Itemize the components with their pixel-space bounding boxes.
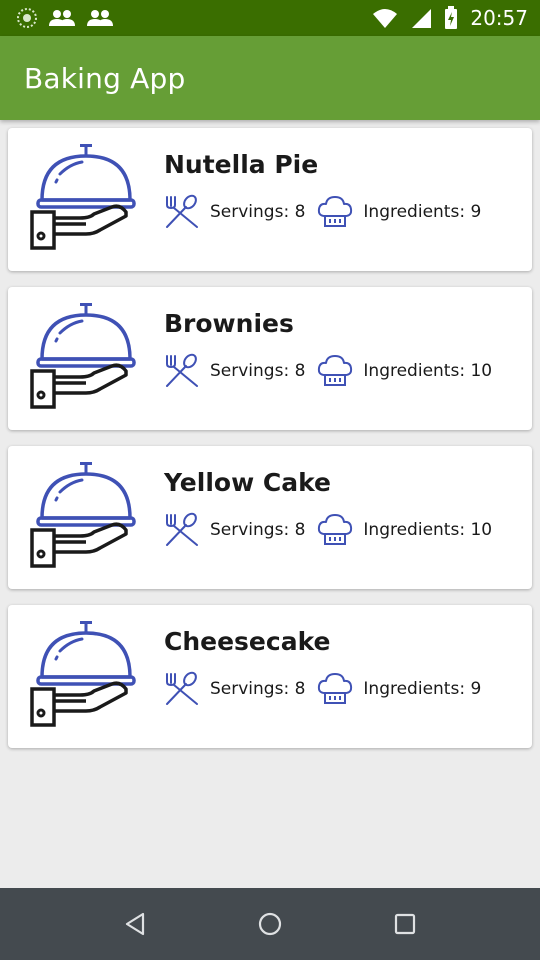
app-bar: Baking App bbox=[0, 36, 540, 120]
servings-label: Servings: 8 bbox=[210, 520, 306, 540]
serving-cloche-icon bbox=[30, 462, 142, 574]
ingredients-label: Ingredients: 9 bbox=[363, 202, 482, 222]
recipe-card[interactable]: Nutella Pie Servings: 8 Ingredients: 9 bbox=[8, 128, 532, 271]
chef-hat-icon bbox=[317, 671, 353, 707]
recents-icon[interactable] bbox=[391, 910, 419, 938]
back-icon[interactable] bbox=[121, 910, 149, 938]
battery-charging-icon bbox=[445, 6, 458, 29]
recipe-meta: Servings: 8 Ingredients: 9 bbox=[164, 194, 493, 230]
wifi-icon bbox=[373, 9, 398, 28]
recipe-list: Nutella Pie Servings: 8 Ingredients: 9 B… bbox=[0, 120, 540, 888]
recipe-card[interactable]: Cheesecake Servings: 8 Ingredients: 9 bbox=[8, 605, 532, 748]
ingredients-label: Ingredients: 9 bbox=[363, 679, 482, 699]
recipe-meta: Servings: 8 Ingredients: 10 bbox=[164, 512, 504, 548]
people-icon bbox=[49, 10, 75, 26]
navigation-bar bbox=[0, 888, 540, 960]
chef-hat-icon bbox=[317, 512, 353, 548]
serving-cloche-icon bbox=[30, 621, 142, 733]
recipe-meta: Servings: 8 Ingredients: 9 bbox=[164, 671, 493, 707]
servings-label: Servings: 8 bbox=[210, 202, 306, 222]
people-icon bbox=[87, 10, 113, 26]
fork-spoon-icon bbox=[164, 671, 200, 707]
cell-signal-icon bbox=[412, 9, 432, 28]
ingredients-label: Ingredients: 10 bbox=[363, 361, 493, 381]
recipe-name: Brownies bbox=[164, 309, 294, 338]
recipe-name: Nutella Pie bbox=[164, 150, 319, 179]
ingredients-label: Ingredients: 10 bbox=[363, 520, 493, 540]
recipe-card[interactable]: Yellow Cake Servings: 8 Ingredients: 10 bbox=[8, 446, 532, 589]
status-time: 20:57 bbox=[470, 6, 528, 30]
recipe-name: Cheesecake bbox=[164, 627, 331, 656]
serving-cloche-icon bbox=[30, 303, 142, 415]
chef-hat-icon bbox=[317, 194, 353, 230]
home-icon[interactable] bbox=[256, 910, 284, 938]
fork-spoon-icon bbox=[164, 512, 200, 548]
recipe-meta: Servings: 8 Ingredients: 10 bbox=[164, 353, 504, 389]
serving-cloche-icon bbox=[30, 144, 142, 256]
chef-hat-icon bbox=[317, 353, 353, 389]
status-bar: 20:57 bbox=[0, 0, 540, 36]
fork-spoon-icon bbox=[164, 194, 200, 230]
sync-icon bbox=[17, 8, 37, 28]
app-title: Baking App bbox=[24, 61, 186, 95]
servings-label: Servings: 8 bbox=[210, 361, 306, 381]
fork-spoon-icon bbox=[164, 353, 200, 389]
recipe-card[interactable]: Brownies Servings: 8 Ingredients: 10 bbox=[8, 287, 532, 430]
recipe-name: Yellow Cake bbox=[164, 468, 332, 497]
servings-label: Servings: 8 bbox=[210, 679, 306, 699]
